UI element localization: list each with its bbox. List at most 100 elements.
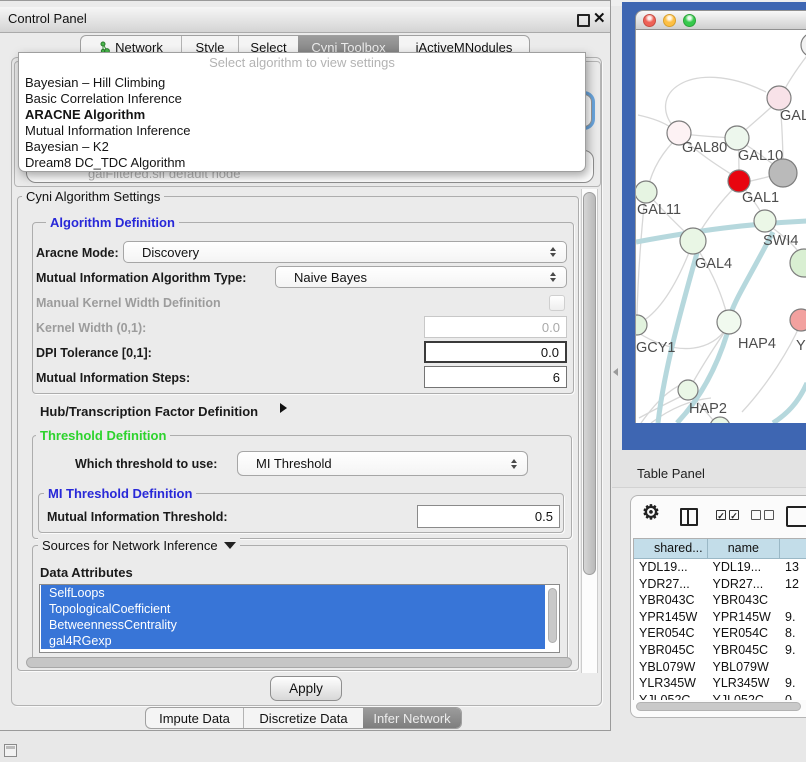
table-cell: YBL079W bbox=[634, 659, 708, 676]
close-icon[interactable]: ✕ bbox=[593, 9, 606, 27]
apply-button[interactable]: Apply bbox=[270, 676, 342, 701]
deselect-all-check-icon[interactable] bbox=[751, 510, 761, 520]
algorithm-option[interactable]: Basic Correlation Inference bbox=[19, 91, 585, 107]
table-row[interactable]: YPR145WYPR145W9. bbox=[634, 609, 806, 626]
node-label: HAP2 bbox=[689, 401, 727, 417]
list-scrollbar-thumb[interactable] bbox=[548, 588, 557, 643]
algorithm-option[interactable]: Bayesian – Hill Climbing bbox=[19, 75, 585, 91]
table-cell: 9. bbox=[780, 609, 806, 626]
node-label: GAL1 bbox=[742, 190, 779, 206]
mit-input[interactable] bbox=[417, 505, 560, 528]
column-header[interactable]: shared... bbox=[634, 539, 708, 558]
manual-kernel-checkbox[interactable] bbox=[549, 295, 565, 311]
network-node-gal10[interactable] bbox=[725, 126, 749, 150]
column-manager-icon[interactable] bbox=[680, 508, 698, 526]
splitter-grip-icon[interactable] bbox=[613, 368, 618, 376]
kernel-width-input[interactable] bbox=[424, 316, 567, 338]
network-node-y[interactable] bbox=[790, 309, 806, 331]
network-node[interactable] bbox=[801, 33, 806, 57]
sources-title: Sources for Network Inference bbox=[42, 538, 218, 553]
minimize-traffic-light-icon[interactable] bbox=[663, 14, 676, 27]
table-row[interactable]: YER054CYER054C8. bbox=[634, 625, 806, 642]
sources-title-row: Sources for Network Inference bbox=[38, 538, 240, 553]
collapse-arrow-icon[interactable] bbox=[224, 542, 236, 549]
node-label: GAL11 bbox=[637, 202, 681, 218]
deselect-all-check-icon[interactable] bbox=[764, 510, 774, 520]
cyni-mode-tabs: Impute DataDiscretize DataInfer Network bbox=[145, 707, 462, 729]
network-node-gal8[interactable] bbox=[767, 86, 791, 110]
spinner-arrows-icon bbox=[550, 247, 557, 257]
algorithm-popup-list: Bayesian – Hill ClimbingBasic Correlatio… bbox=[19, 75, 585, 171]
dpi-tolerance-input[interactable] bbox=[424, 341, 567, 363]
mi-threshold-title: MI Threshold Definition bbox=[44, 486, 196, 501]
network-node-swi4[interactable] bbox=[754, 210, 776, 232]
table-row[interactable]: YBL079WYBL079W bbox=[634, 659, 806, 676]
network-edge[interactable] bbox=[643, 245, 692, 321]
table-row[interactable]: YDL19...YDL19...13 bbox=[634, 559, 806, 576]
table-body: YDL19...YDL19...13YDR27...YDR27...12YBR0… bbox=[634, 559, 806, 700]
network-window-titlebar[interactable] bbox=[635, 10, 806, 30]
select-all-check-icon[interactable]: ✓ bbox=[716, 510, 726, 520]
network-node-hap2[interactable] bbox=[678, 380, 698, 400]
algorithm-option[interactable]: ARACNE Algorithm bbox=[19, 107, 585, 123]
attribute-item[interactable]: BetweennessCentrality bbox=[41, 617, 545, 633]
table-cell: YDR27... bbox=[634, 576, 708, 593]
table-cell: YBL079W bbox=[708, 659, 781, 676]
algorithm-option[interactable]: Bayesian – K2 bbox=[19, 139, 585, 155]
mi-type-combobox[interactable]: Naive Bayes bbox=[275, 266, 567, 288]
table-cell: YER054C bbox=[708, 625, 781, 642]
network-node-gal11[interactable] bbox=[636, 181, 657, 203]
table-cell: 8. bbox=[780, 625, 806, 642]
table-mode-icon[interactable] bbox=[786, 506, 806, 527]
dock-window-icon[interactable] bbox=[4, 744, 17, 757]
table-hscrollbar-thumb[interactable] bbox=[636, 702, 801, 711]
network-node-gcy1[interactable] bbox=[636, 315, 647, 335]
aracne-mode-combobox[interactable]: Discovery bbox=[123, 241, 567, 263]
attribute-item[interactable]: SelfLoops bbox=[41, 585, 545, 601]
column-header[interactable] bbox=[780, 539, 806, 558]
tab-discretize-data[interactable]: Discretize Data bbox=[243, 708, 363, 728]
table-panel-title: Table Panel bbox=[637, 466, 705, 481]
gear-icon[interactable]: ⚙ bbox=[642, 500, 660, 525]
attribute-item[interactable]: TopologicalCoefficient bbox=[41, 601, 545, 617]
close-traffic-light-icon[interactable] bbox=[643, 14, 656, 27]
settings-scrollbar-thumb[interactable] bbox=[583, 192, 596, 575]
table-row[interactable]: YLR345WYLR345W9. bbox=[634, 675, 806, 692]
network-node-gal1[interactable] bbox=[728, 170, 750, 192]
float-window-icon[interactable] bbox=[577, 14, 590, 27]
expand-arrow-icon[interactable] bbox=[280, 403, 287, 413]
tab-infer-network[interactable]: Infer Network bbox=[363, 708, 461, 728]
table-row[interactable]: YBR043CYBR043C bbox=[634, 592, 806, 609]
network-node[interactable] bbox=[769, 159, 797, 187]
mi-steps-label: Mutual Information Steps: bbox=[36, 371, 190, 385]
tab-impute-data[interactable]: Impute Data bbox=[146, 708, 243, 728]
algorithm-option[interactable]: Mutual Information Inference bbox=[19, 123, 585, 139]
table-row[interactable]: YBR045CYBR045C9. bbox=[634, 642, 806, 659]
network-node[interactable] bbox=[790, 249, 806, 277]
table-cell bbox=[780, 659, 806, 676]
network-node[interactable] bbox=[710, 417, 730, 423]
zoom-traffic-light-icon[interactable] bbox=[683, 14, 696, 27]
network-node-gal4[interactable] bbox=[680, 228, 706, 254]
table-cell: YER054C bbox=[634, 625, 708, 642]
algorithm-option[interactable]: Dream8 DC_TDC Algorithm bbox=[19, 155, 585, 171]
data-attributes-list[interactable]: SelfLoopsTopologicalCoefficientBetweenne… bbox=[39, 584, 560, 653]
which-threshold-combobox[interactable]: MI Threshold bbox=[237, 451, 528, 476]
attribute-item[interactable]: gal4RGexp bbox=[41, 633, 545, 649]
horizontal-scrollbar-thumb[interactable] bbox=[26, 657, 572, 668]
table-cell: YLR345W bbox=[708, 675, 781, 692]
column-header[interactable]: name bbox=[708, 539, 781, 558]
hub-definition-label: Hub/Transcription Factor Definition bbox=[40, 404, 258, 419]
network-view[interactable]: GAL8GAL80GAL10GAL1GAL11SWI4GAL4GCY1HAP4Y… bbox=[635, 30, 806, 423]
table-cell: YLR345W bbox=[634, 675, 708, 692]
table-header[interactable]: shared...name bbox=[634, 539, 806, 559]
node-label: GAL80 bbox=[682, 140, 727, 156]
mi-steps-input[interactable] bbox=[424, 366, 567, 388]
network-node-hap4[interactable] bbox=[717, 310, 741, 334]
network-edge-thick[interactable] bbox=[773, 383, 806, 423]
table-row[interactable]: YJL052CYJL052C0. bbox=[634, 692, 806, 700]
table-cell: YDL19... bbox=[708, 559, 781, 576]
table-row[interactable]: YDR27...YDR27...12 bbox=[634, 576, 806, 593]
which-threshold-label: Which threshold to use: bbox=[75, 457, 217, 471]
select-all-check-icon[interactable]: ✓ bbox=[729, 510, 739, 520]
